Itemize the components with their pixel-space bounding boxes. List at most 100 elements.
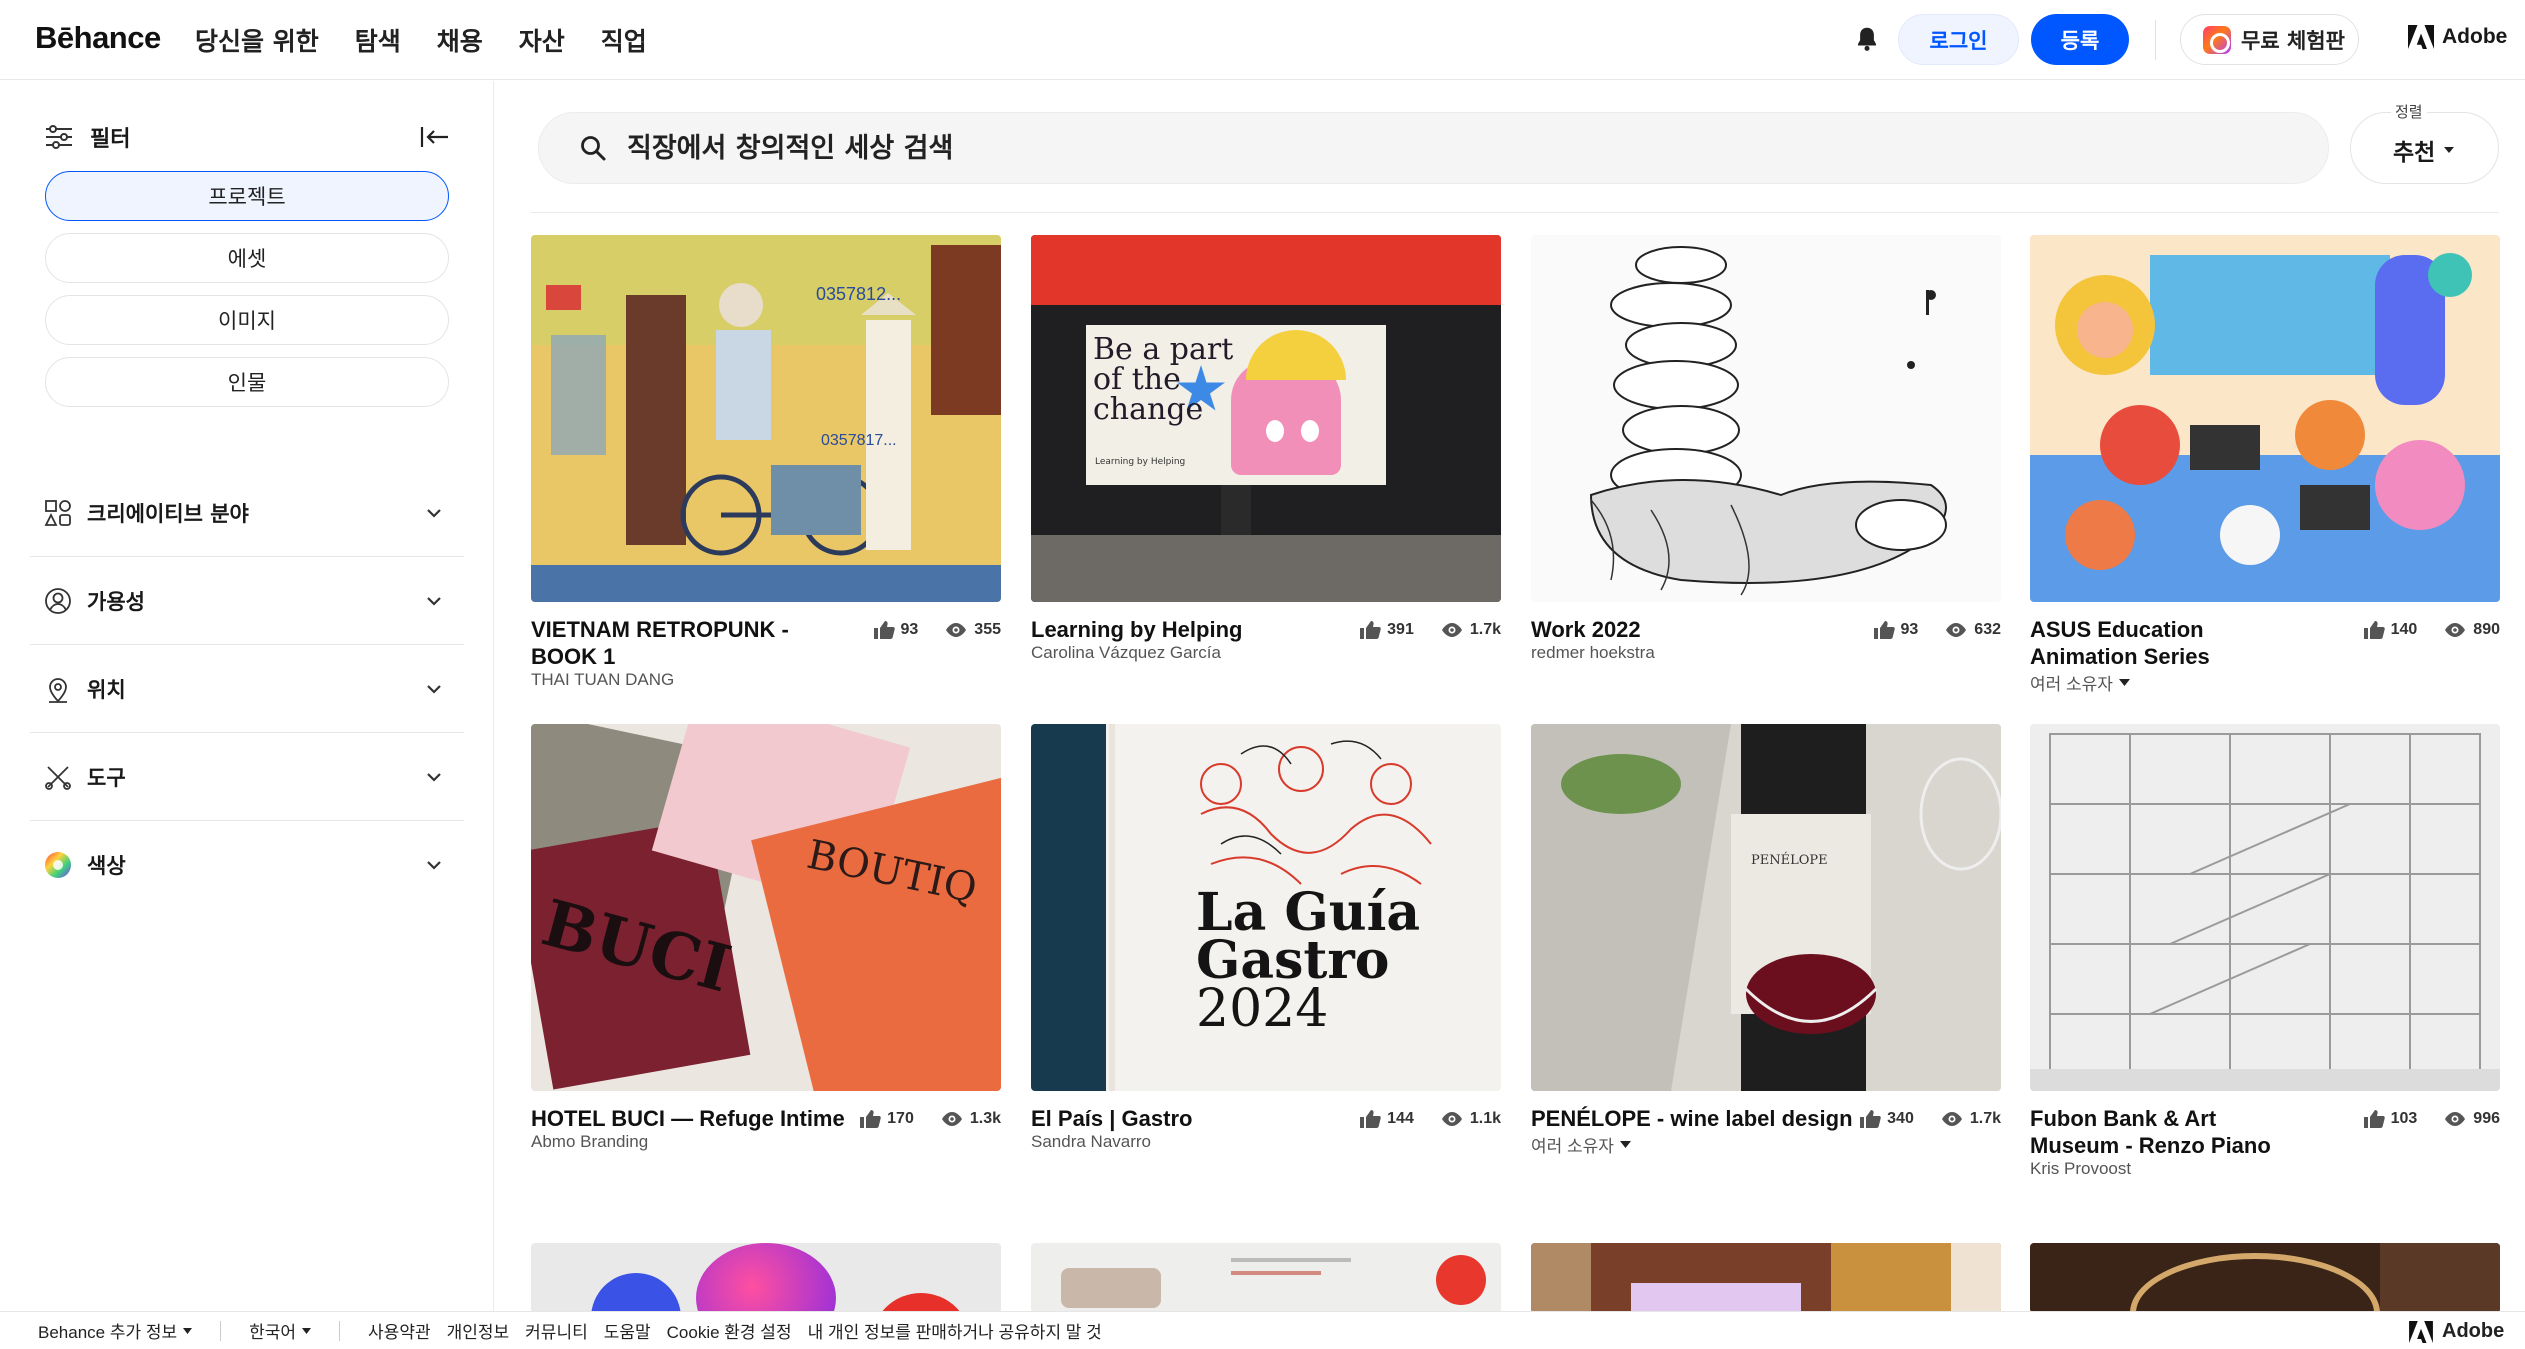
project-title[interactable]: ASUS Education Animation Series <box>2030 616 2295 670</box>
project-card[interactable] <box>1531 1243 2001 1313</box>
project-thumbnail[interactable] <box>1531 235 2001 602</box>
language-dropdown[interactable]: 한국어 <box>249 1318 312 1343</box>
project-card[interactable]: ASUS Education Animation Series 여러 소유자 1… <box>2030 235 2500 695</box>
accordion-tools[interactable]: 도구 <box>30 733 464 821</box>
chevron-down-icon <box>427 596 441 606</box>
notification-bell-icon[interactable] <box>1852 24 1882 54</box>
filter-sidebar: 필터 프로젝트 에셋 이미지 인물 크리에이티브 분야 가용성 위치 도구 색상 <box>0 81 494 1311</box>
nav-for-you[interactable]: 당신을 위한 <box>195 22 319 58</box>
project-title[interactable]: Fubon Bank & Art Museum - Renzo Piano <box>2030 1105 2295 1159</box>
accordion-color[interactable]: 색상 <box>30 821 464 909</box>
filter-sliders-icon <box>46 125 72 149</box>
view-count: 632 <box>1974 621 2001 638</box>
accordion-label: 크리에이티브 분야 <box>87 501 249 526</box>
accordion-location[interactable]: 위치 <box>30 645 464 733</box>
footer: Behance 추가 정보 한국어 사용약관 개인정보 커뮤니티 도움말 Coo… <box>0 1311 2525 1349</box>
project-stats: 140 890 <box>2363 620 2500 640</box>
project-thumbnail[interactable] <box>2030 235 2500 602</box>
project-card[interactable] <box>2030 1243 2500 1313</box>
register-button[interactable]: 등록 <box>2031 14 2129 65</box>
thumb-label-text: PENÉLOPE <box>1751 852 1828 868</box>
search-input[interactable] <box>627 132 2227 164</box>
footer-link-help[interactable]: 도움말 <box>604 1318 651 1343</box>
nav-explore[interactable]: 탐색 <box>355 22 401 58</box>
footer-link-do-not-sell[interactable]: 내 개인 정보를 판매하거나 공유하지 말 것 <box>808 1318 1102 1343</box>
project-card[interactable] <box>531 1243 1001 1313</box>
login-button[interactable]: 로그인 <box>1898 14 2019 65</box>
multiple-owners-dropdown[interactable]: 여러 소유자 <box>1531 1132 1631 1157</box>
thumb-headline-line1: Be a part <box>1093 332 1234 367</box>
project-card[interactable]: 0357812... 0357817... VIETNAM RETROPUNK … <box>531 235 1001 692</box>
project-owner[interactable]: Carolina Vázquez García <box>1031 643 1221 663</box>
project-title[interactable]: El País | Gastro <box>1031 1105 1296 1132</box>
type-assets[interactable]: 에셋 <box>45 233 449 283</box>
project-owner[interactable]: THAI TUAN DANG <box>531 670 674 690</box>
project-thumbnail[interactable]: PENÉLOPE <box>1531 724 2001 1091</box>
collapse-sidebar-icon[interactable] <box>420 125 450 149</box>
project-thumbnail[interactable] <box>2030 1243 2500 1313</box>
caret-down-icon <box>2444 147 2455 153</box>
project-thumbnail[interactable]: BUCI BOUTIQ <box>531 724 1001 1091</box>
free-trial-button[interactable]: 무료 체험판 <box>2180 14 2359 65</box>
appreciate-icon <box>1860 1110 1881 1128</box>
project-thumbnail[interactable]: Be a part of the change Learning by Help… <box>1031 235 1501 602</box>
footer-link-privacy[interactable]: 개인정보 <box>447 1318 510 1343</box>
chevron-down-icon <box>427 772 441 782</box>
project-stats: 340 1.7k <box>1859 1109 2001 1129</box>
accordion-creative-fields[interactable]: 크리에이티브 분야 <box>30 469 464 557</box>
adobe-link[interactable]: Adobe <box>2408 25 2507 49</box>
project-title[interactable]: HOTEL BUCI — Refuge Intime <box>531 1105 861 1132</box>
nav-jobs[interactable]: 채용 <box>437 22 483 58</box>
project-thumbnail[interactable]: 0357812... 0357817... <box>531 235 1001 602</box>
caret-down-icon <box>1619 1141 1631 1148</box>
project-card[interactable]: La Guía Gastro 2024 El País | Gastro San… <box>1031 724 1501 1181</box>
nav-assets[interactable]: 자산 <box>519 22 565 58</box>
project-card[interactable]: Fubon Bank & Art Museum - Renzo Piano Kr… <box>2030 724 2500 1181</box>
adobe-label: Adobe <box>2442 25 2508 48</box>
project-thumbnail[interactable] <box>1531 1243 2001 1313</box>
nav-careers[interactable]: 직업 <box>601 22 647 58</box>
project-card[interactable]: BUCI BOUTIQ HOTEL BUCI — Refuge Intime A… <box>531 724 1001 1181</box>
search-icon <box>581 136 606 161</box>
project-owner[interactable]: redmer hoekstra <box>1531 643 1655 663</box>
search-bar[interactable] <box>538 112 2329 184</box>
project-thumbnail[interactable] <box>2030 724 2500 1091</box>
footer-adobe-link[interactable]: Adobe <box>2408 1320 2504 1343</box>
project-card[interactable]: Work 2022 redmer hoekstra 93 632 <box>1531 235 2001 692</box>
multiple-owners-dropdown[interactable]: 여러 소유자 <box>2030 670 2130 695</box>
project-owner[interactable]: Abmo Branding <box>531 1132 648 1152</box>
project-title[interactable]: Learning by Helping <box>1031 616 1296 643</box>
caret-down-icon <box>2118 679 2130 686</box>
thumb-caption: Learning by Helping <box>1095 457 1186 467</box>
project-owner[interactable]: Kris Provoost <box>2030 1159 2131 1179</box>
project-owner[interactable]: Sandra Navarro <box>1031 1132 1151 1152</box>
project-stats: 170 1.3k <box>859 1109 1001 1129</box>
footer-link-terms[interactable]: 사용약관 <box>368 1318 431 1343</box>
more-behance-dropdown[interactable]: Behance 추가 정보 <box>38 1318 193 1343</box>
views-eye-icon <box>1946 623 1967 637</box>
footer-link-cookie-settings[interactable]: Cookie 환경 설정 <box>667 1318 792 1343</box>
project-title[interactable]: PENÉLOPE - wine label design <box>1531 1105 1861 1132</box>
project-title[interactable]: Work 2022 <box>1531 616 1796 643</box>
type-people[interactable]: 인물 <box>45 357 449 407</box>
behance-logo[interactable]: Bēhance <box>35 20 161 56</box>
project-card[interactable] <box>1031 1243 1501 1313</box>
project-card[interactable]: PENÉLOPE PENÉLOPE - wine label design 여러… <box>1531 724 2001 1181</box>
view-count: 996 <box>2473 1110 2500 1127</box>
project-thumbnail[interactable] <box>531 1243 1001 1313</box>
content-divider <box>531 212 2499 213</box>
sort-selected: 추천 <box>2393 140 2436 166</box>
project-thumbnail[interactable]: La Guía Gastro 2024 <box>1031 724 1501 1091</box>
accordion-label: 도구 <box>87 765 126 790</box>
project-card[interactable]: Be a part of the change Learning by Help… <box>1031 235 1501 692</box>
appreciate-icon <box>873 621 895 639</box>
views-eye-icon <box>1441 1112 1462 1126</box>
type-images[interactable]: 이미지 <box>45 295 449 345</box>
accordion-availability[interactable]: 가용성 <box>30 557 464 645</box>
sort-dropdown[interactable]: 정렬 추천 <box>2350 101 2499 184</box>
project-thumbnail[interactable] <box>1031 1243 1501 1313</box>
project-title[interactable]: VIETNAM RETROPUNK - BOOK 1 <box>531 616 796 670</box>
footer-link-community[interactable]: 커뮤니티 <box>525 1318 588 1343</box>
views-eye-icon <box>2445 1112 2466 1126</box>
type-projects[interactable]: 프로젝트 <box>45 171 449 221</box>
